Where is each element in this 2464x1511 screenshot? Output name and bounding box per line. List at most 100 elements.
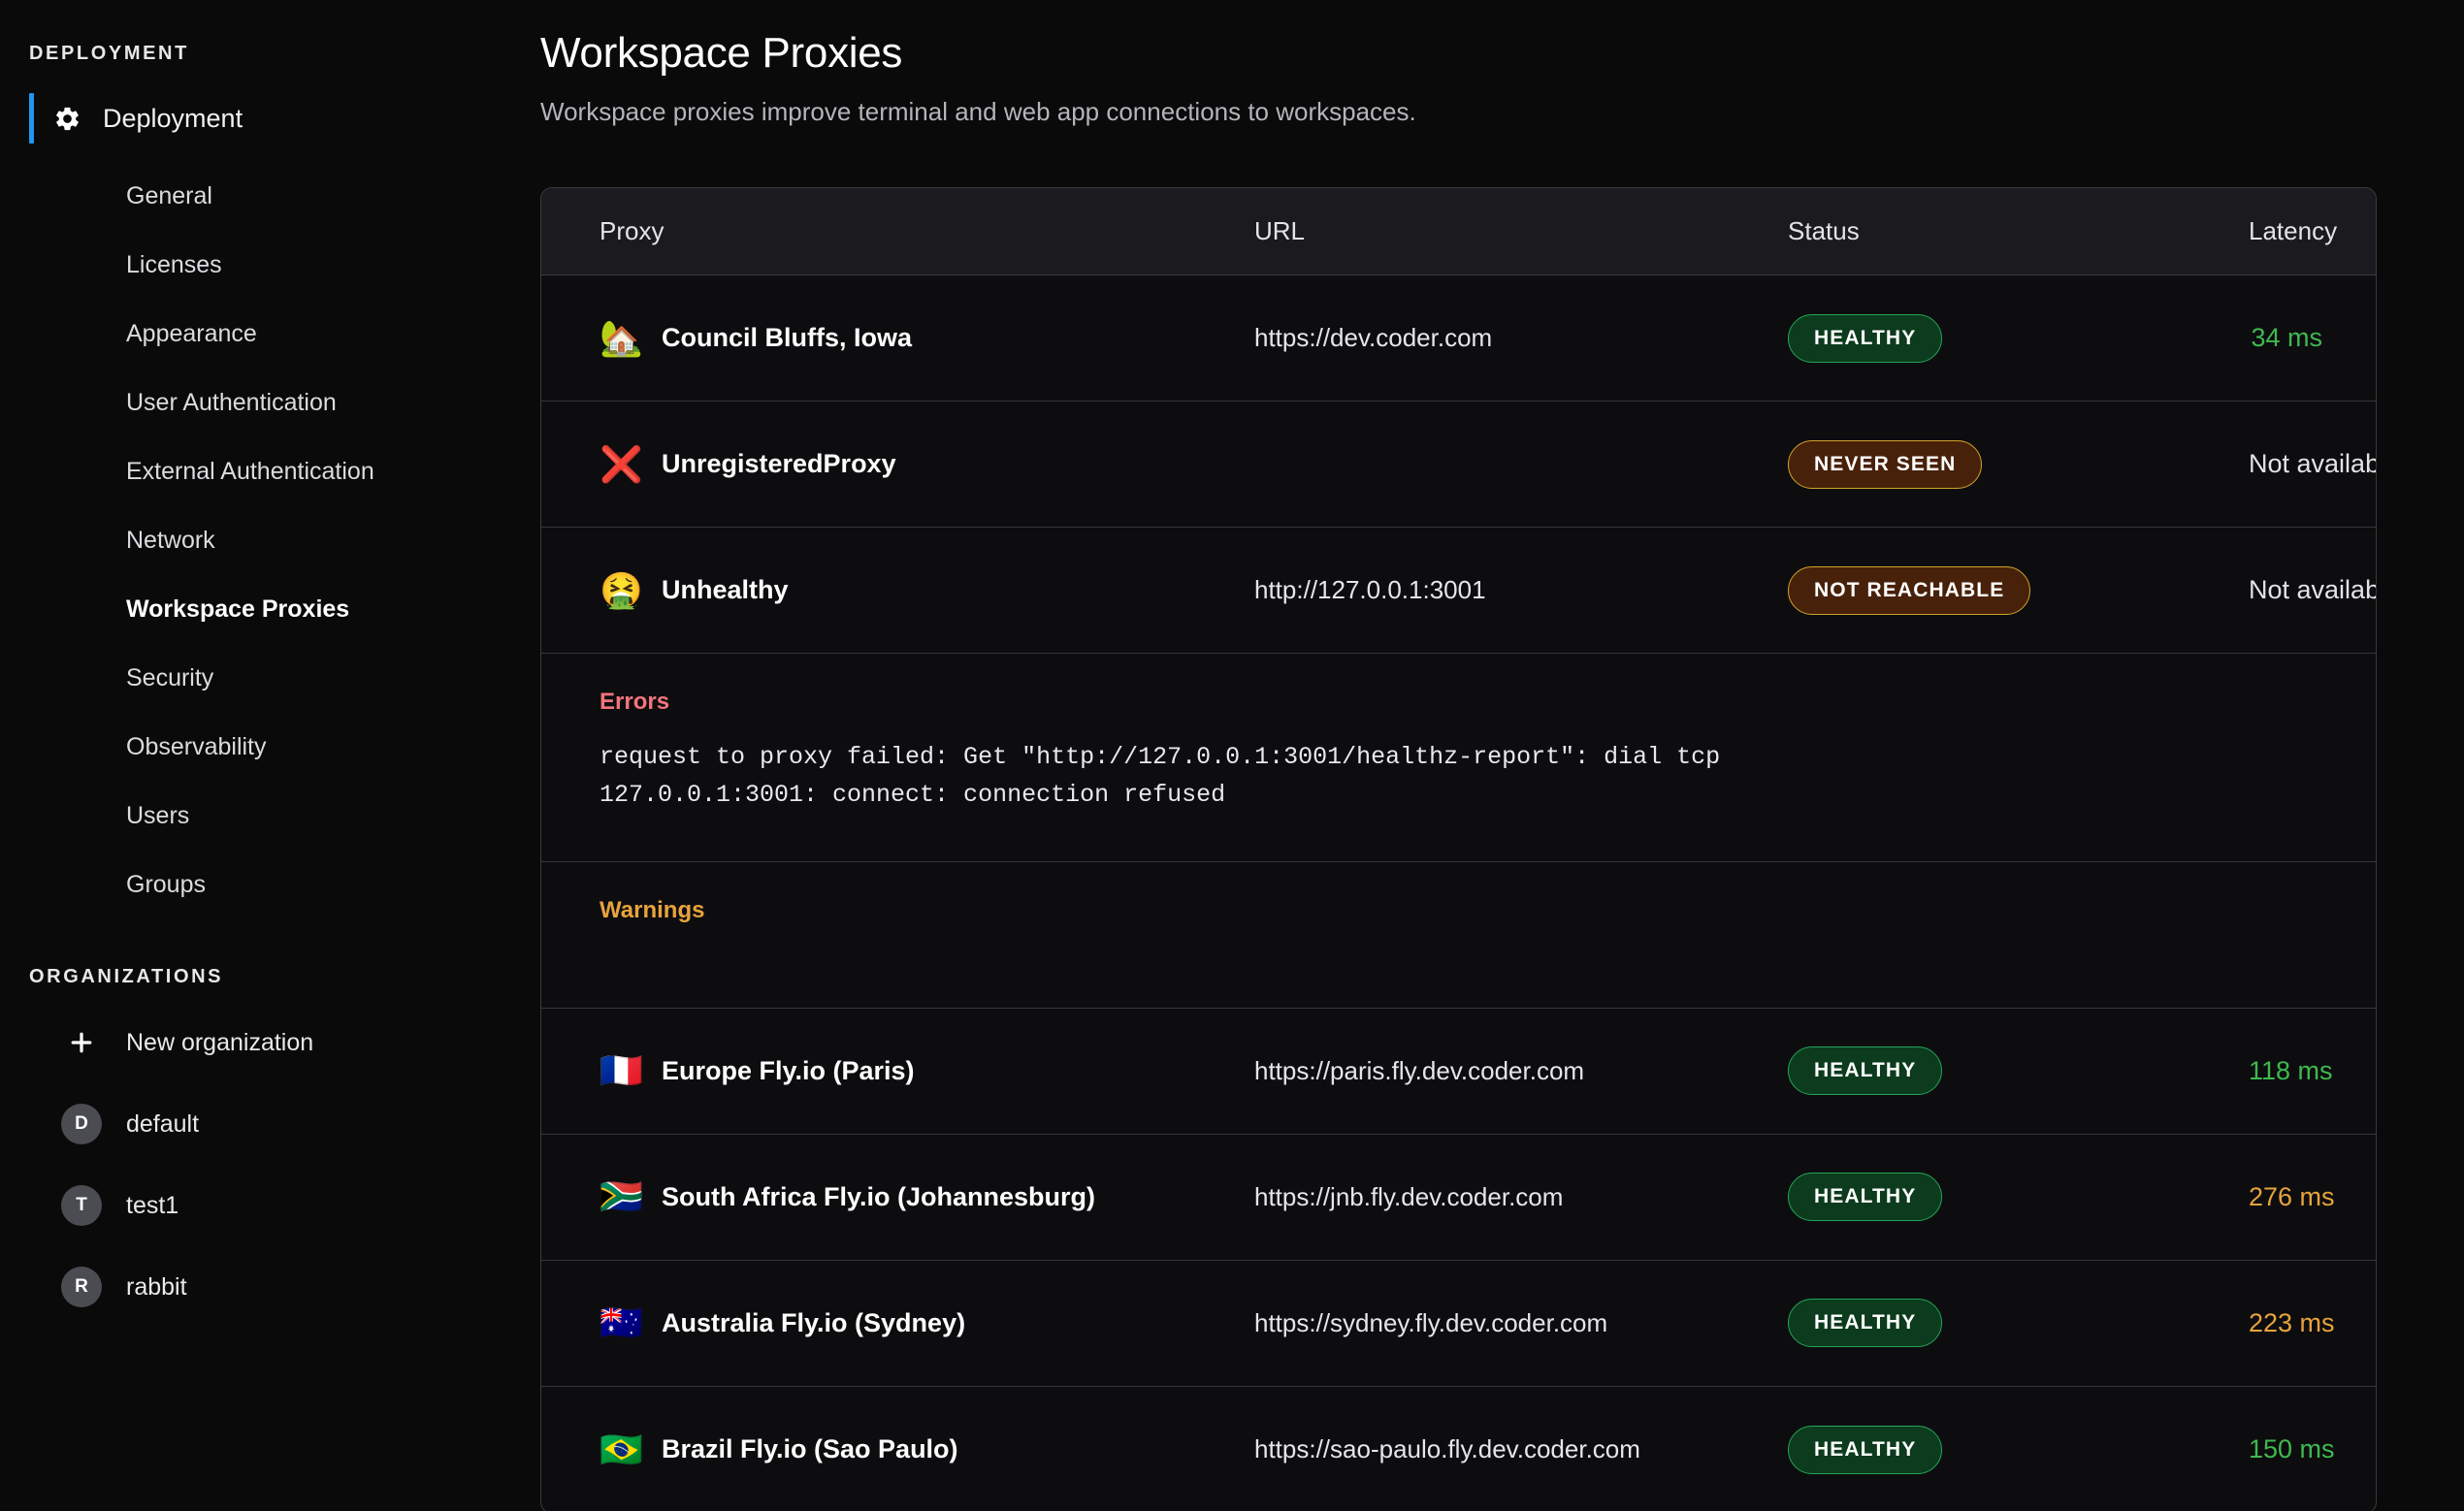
sidebar-org-test1[interactable]: T test1 — [0, 1165, 540, 1246]
sidebar-section-deployment-label: DEPLOYMENT — [29, 43, 189, 64]
warning-title: Warnings — [600, 896, 705, 923]
new-organization-label: New organization — [126, 1028, 314, 1056]
flag-australia-emoji: 🇦🇺 — [600, 1302, 643, 1342]
latency-value: 276 ms — [2249, 1181, 2335, 1211]
sidebar-section-organizations-label: ORGANIZATIONS — [29, 966, 224, 987]
proxy-name: Brazil Fly.io (Sao Paulo) — [662, 1434, 958, 1463]
avatar: R — [61, 1267, 102, 1307]
column-header-proxy: Proxy — [600, 216, 665, 245]
column-header-status: Status — [1788, 216, 1860, 245]
status-badge: NOT REACHABLE — [1788, 565, 2031, 615]
new-organization-button[interactable]: New organization — [0, 1002, 540, 1083]
status-badge: HEALTHY — [1788, 1299, 1943, 1347]
proxy-url: https://jnb.fly.dev.coder.com — [1254, 1181, 1564, 1211]
vomiting-face-emoji: 🤮 — [600, 569, 643, 610]
sidebar: DEPLOYMENT Deployment General Licenses A… — [0, 0, 540, 1511]
status-cell: NEVER SEEN — [1788, 439, 2249, 489]
latency-value: Not available — [2249, 575, 2376, 604]
sidebar-nav-list: General Licenses Appearance User Authent… — [0, 162, 540, 919]
latency-value: 223 ms — [2249, 1307, 2335, 1337]
sidebar-org-label: test1 — [126, 1191, 179, 1219]
status-cell: HEALTHY — [1788, 313, 2249, 363]
proxy-name: Council Bluffs, Iowa — [662, 323, 913, 352]
proxy-cell: 🇧🇷 Brazil Fly.io (Sao Paulo) — [541, 1429, 1254, 1469]
table-row[interactable]: 🇿🇦 South Africa Fly.io (Johannesburg) http… — [541, 1135, 2376, 1261]
sidebar-org-label: rabbit — [126, 1272, 187, 1301]
sidebar-item-general[interactable]: General — [0, 162, 540, 231]
page-subtitle: Workspace proxies improve terminal and w… — [540, 97, 1416, 126]
latency-value: 150 ms — [2249, 1434, 2335, 1463]
plus-icon — [61, 1028, 102, 1057]
proxy-cell: 🇿🇦 South Africa Fly.io (Johannesburg) — [541, 1179, 1254, 1214]
error-title: Errors — [600, 689, 670, 715]
avatar: D — [61, 1104, 102, 1144]
status-cell: HEALTHY — [1788, 1299, 2249, 1347]
proxy-name: Unhealthy — [662, 575, 789, 604]
status-badge: HEALTHY — [1788, 1046, 1943, 1095]
avatar: T — [61, 1185, 102, 1226]
status-cell: HEALTHY — [1788, 1173, 2249, 1221]
proxy-cell: 🤮 Unhealthy — [541, 569, 1254, 610]
proxy-cell: 🏡 Council Bluffs, Iowa — [541, 317, 1254, 358]
proxy-cell: 🇦🇺 Australia Fly.io (Sydney) — [541, 1305, 1254, 1340]
status-badge: HEALTHY — [1788, 1425, 1943, 1474]
flag-brazil-emoji: 🇧🇷 — [600, 1429, 643, 1469]
latency-value: 34 ms — [2251, 323, 2322, 352]
sidebar-item-network[interactable]: Network — [0, 506, 540, 575]
sidebar-item-user-authentication[interactable]: User Authentication — [0, 369, 540, 437]
status-cell: HEALTHY — [1788, 1425, 2249, 1474]
page-title: Workspace Proxies — [540, 29, 903, 77]
table-body: 🏡 Council Bluffs, Iowa https://dev.coder.c… — [541, 275, 2376, 1511]
status-badge: NEVER SEEN — [1788, 439, 1983, 489]
sidebar-item-licenses[interactable]: Licenses — [0, 231, 540, 300]
sidebar-item-deployment-label: Deployment — [103, 103, 243, 133]
error-message-row: Errors request to proxy failed: Get "http… — [541, 654, 2376, 862]
sidebar-item-deployment[interactable]: Deployment — [0, 86, 540, 150]
workspace-proxies-table: Proxy URL Status Latency 🏡 Council Bluffs… — [540, 187, 2377, 1511]
status-cell: NOT REACHABLE — [1788, 565, 2249, 615]
table-row[interactable]: 🇧🇷 Brazil Fly.io (Sao Paulo) https://sao-p… — [541, 1387, 2376, 1511]
sidebar-item-security[interactable]: Security — [0, 644, 540, 713]
proxy-cell: ❌ UnregisteredProxy — [541, 443, 1254, 484]
table-row[interactable]: 🏡 Council Bluffs, Iowa https://dev.coder.c… — [541, 275, 2376, 402]
table-row[interactable]: 🤮 Unhealthy http://127.0.0.1:3001 NOT REACH… — [541, 528, 2376, 654]
status-badge: HEALTHY — [1788, 1173, 1943, 1221]
proxy-url: https://paris.fly.dev.coder.com — [1254, 1055, 1585, 1085]
table-row[interactable]: 🇦🇺 Australia Fly.io (Sydney) https://sydne… — [541, 1261, 2376, 1387]
sidebar-item-users[interactable]: Users — [0, 782, 540, 851]
proxy-name: South Africa Fly.io (Johannesburg) — [662, 1181, 1096, 1211]
status-badge: HEALTHY — [1788, 313, 1943, 363]
sidebar-org-rabbit[interactable]: R rabbit — [0, 1246, 540, 1328]
table-row[interactable]: ❌ UnregisteredProxy NEVER SEEN Not availabl… — [541, 402, 2376, 528]
proxy-name: Australia Fly.io (Sydney) — [662, 1307, 966, 1337]
sidebar-item-workspace-proxies[interactable]: Workspace Proxies — [0, 575, 540, 644]
latency-value: 118 ms — [2249, 1055, 2333, 1085]
active-indicator-bar — [29, 93, 34, 144]
sidebar-org-label: default — [126, 1109, 200, 1138]
flag-france-emoji: 🇫🇷 — [600, 1050, 643, 1090]
sidebar-org-default[interactable]: D default — [0, 1083, 540, 1165]
sidebar-item-groups[interactable]: Groups — [0, 851, 540, 919]
error-body: request to proxy failed: Get "http://127… — [600, 743, 1721, 809]
main-content: Workspace Proxies Workspace proxies impr… — [540, 0, 2464, 1511]
proxy-url: https://sydney.fly.dev.coder.com — [1254, 1307, 1608, 1337]
app-root: DEPLOYMENT Deployment General Licenses A… — [0, 0, 2464, 1511]
proxy-cell: 🇫🇷 Europe Fly.io (Paris) — [541, 1053, 1254, 1088]
status-cell: HEALTHY — [1788, 1046, 2249, 1095]
latency-value: Not available — [2249, 449, 2376, 478]
cross-mark-emoji: ❌ — [600, 443, 643, 484]
sidebar-item-observability[interactable]: Observability — [0, 713, 540, 782]
table-header-row: Proxy URL Status Latency — [541, 188, 2376, 275]
table-row[interactable]: 🇫🇷 Europe Fly.io (Paris) https://paris.fly… — [541, 1009, 2376, 1135]
house-with-garden-emoji: 🏡 — [600, 317, 643, 358]
gear-icon — [53, 105, 81, 133]
proxy-name: UnregisteredProxy — [662, 449, 896, 478]
sidebar-item-external-authentication[interactable]: External Authentication — [0, 437, 540, 506]
proxy-url: https://sao-paulo.fly.dev.coder.com — [1254, 1434, 1640, 1463]
flag-south-africa-emoji: 🇿🇦 — [600, 1176, 643, 1216]
proxy-url: http://127.0.0.1:3001 — [1254, 575, 1486, 604]
column-header-latency: Latency — [2249, 216, 2338, 245]
sidebar-item-appearance[interactable]: Appearance — [0, 300, 540, 369]
column-header-url: URL — [1254, 216, 1306, 245]
warning-message-row: Warnings — [541, 862, 2376, 1009]
